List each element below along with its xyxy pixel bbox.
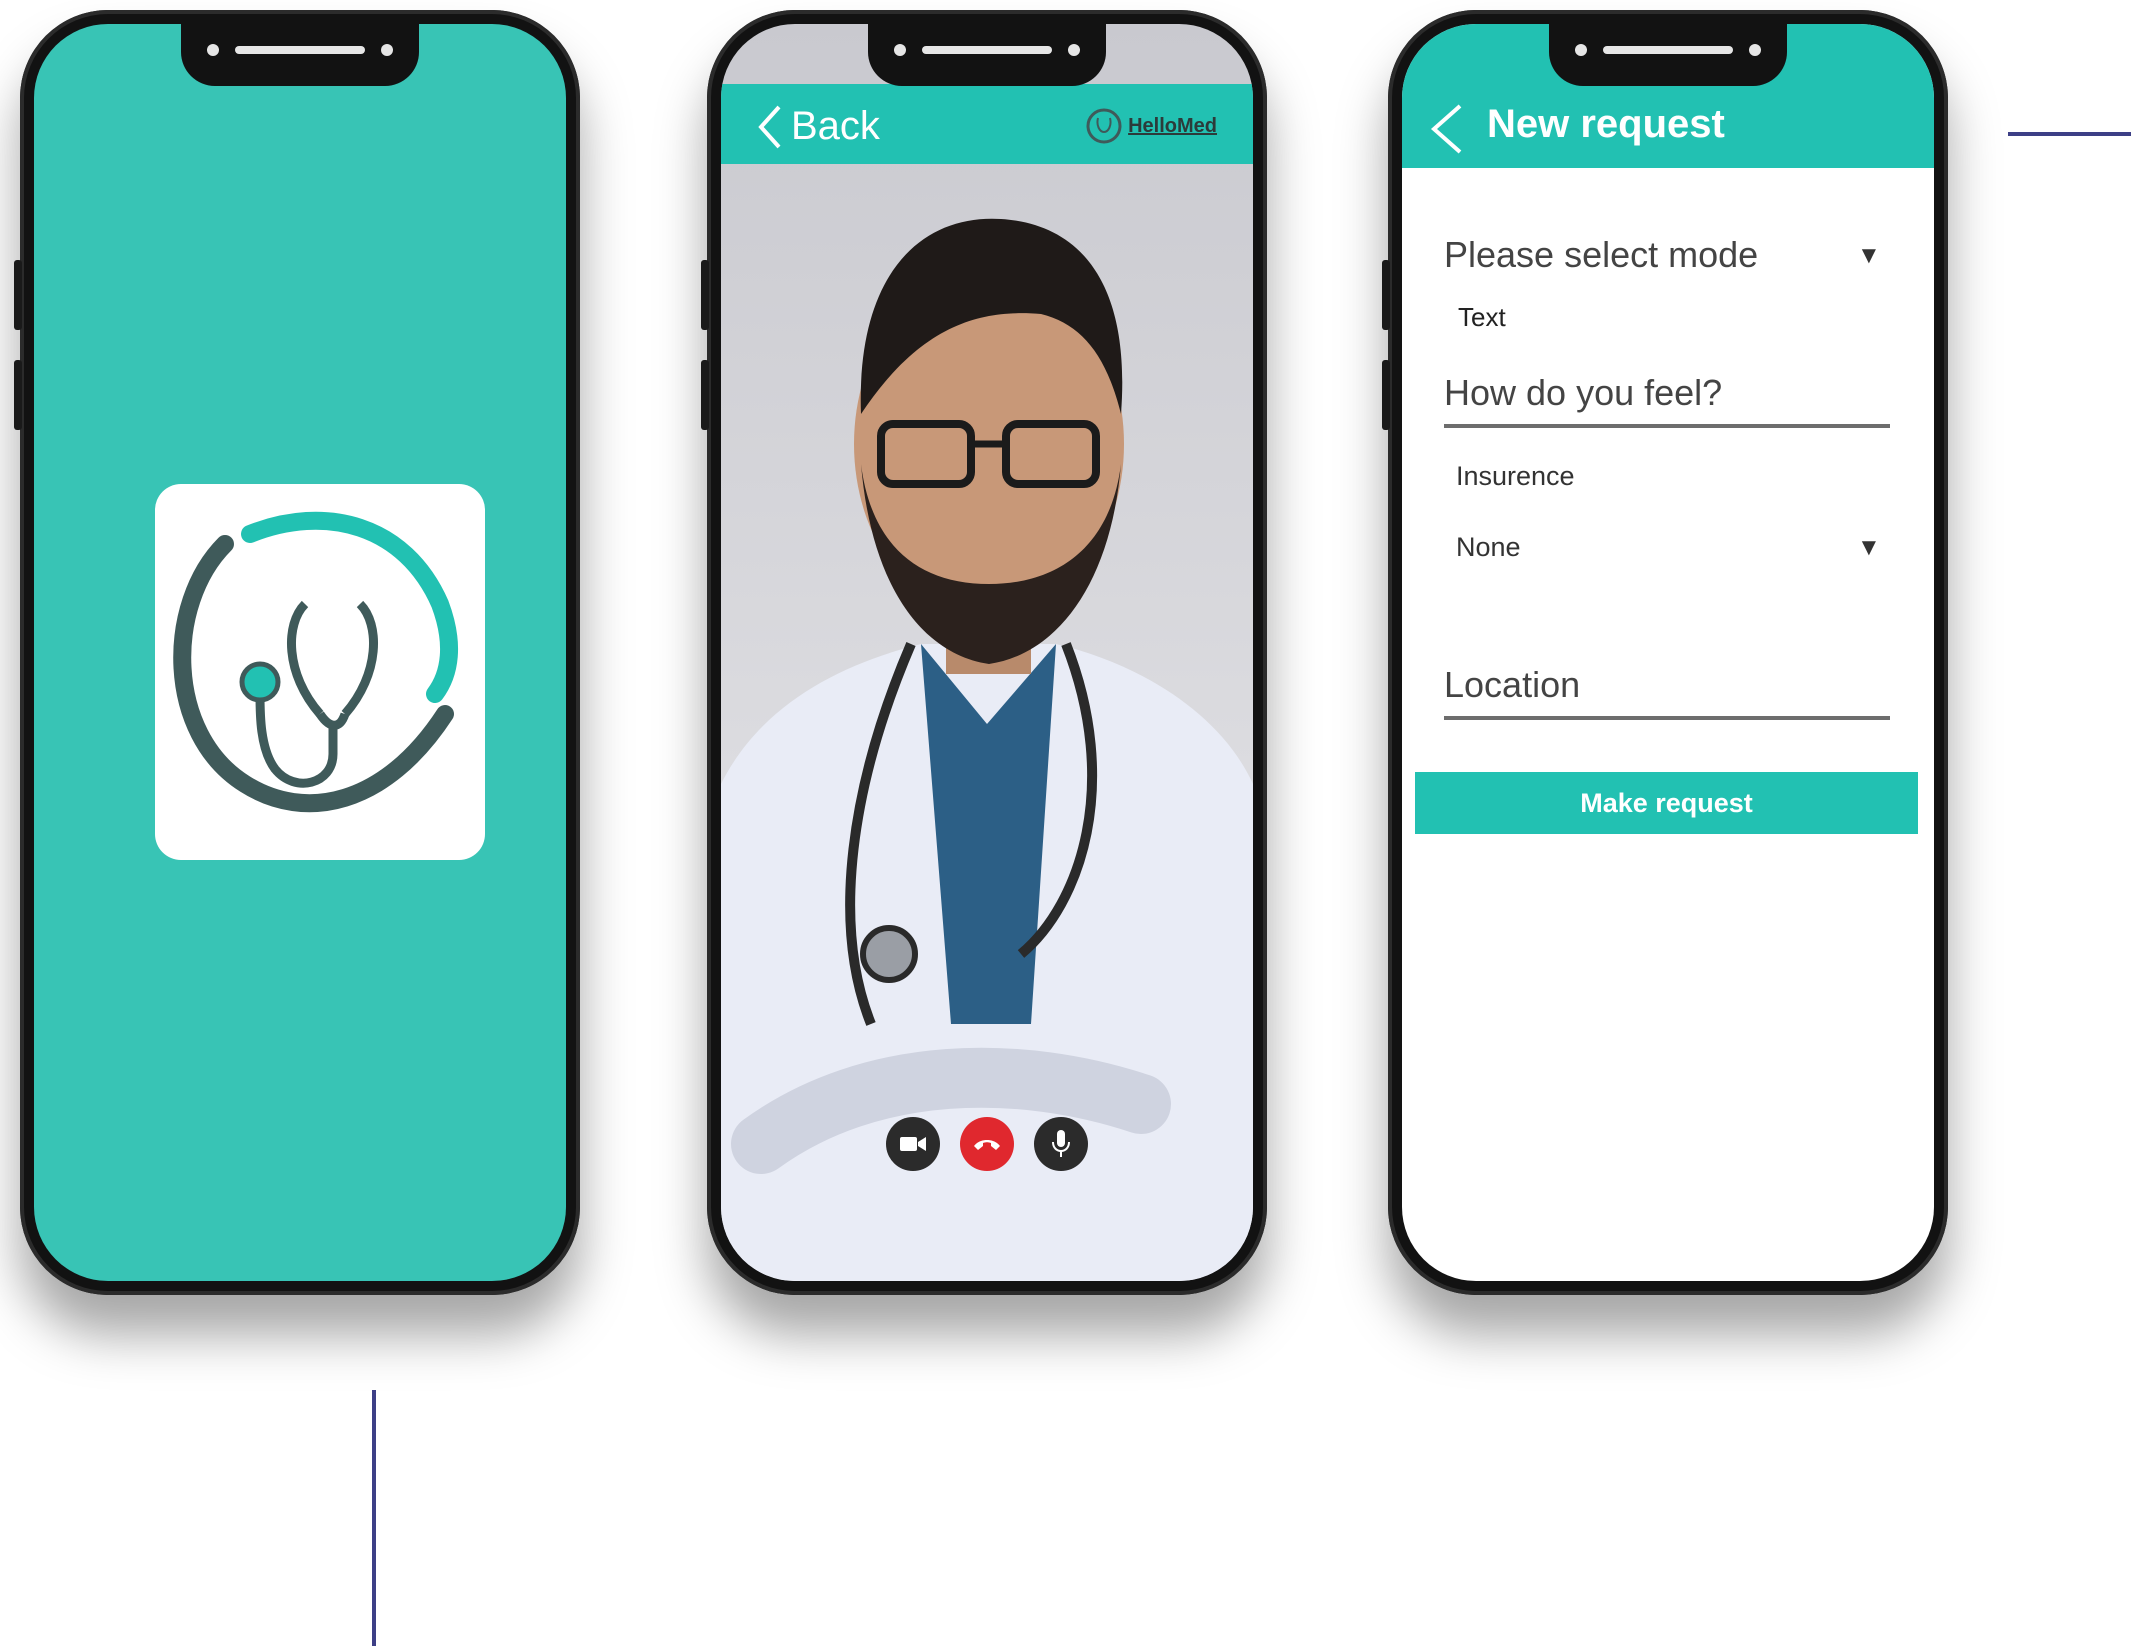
doctor-video-feed [721, 218, 1253, 1281]
make-request-button[interactable]: Make request [1415, 772, 1918, 834]
phone-notch [1549, 24, 1787, 86]
hellomed-brand: HelloMed [1084, 106, 1217, 146]
location-input[interactable]: Location [1444, 664, 1890, 720]
feeling-input[interactable]: How do you feel? [1444, 372, 1890, 428]
phone-notch [181, 24, 419, 86]
insurance-dropdown-arrow-icon[interactable]: ▼ [1857, 534, 1881, 562]
decorative-horizontal-line [2008, 132, 2131, 136]
splash-screen [34, 24, 566, 1281]
insurance-select[interactable]: None [1456, 532, 1521, 563]
back-label: Back [791, 104, 880, 148]
stethoscope-logo-icon [173, 511, 459, 813]
mode-dropdown-arrow-icon[interactable]: ▼ [1857, 242, 1881, 270]
hang-up-icon [974, 1140, 1000, 1150]
phone-splash [14, 10, 580, 1295]
mute-button[interactable] [1034, 1117, 1088, 1171]
mode-selected-value: Text [1458, 302, 1506, 332]
phone-video-call: Back HelloMed [701, 10, 1267, 1295]
page-title: New request [1487, 102, 1725, 146]
phone-notch [868, 24, 1106, 86]
hellomed-logo-icon [1086, 108, 1122, 144]
back-button[interactable]: Back [757, 104, 880, 149]
video-toggle-button[interactable] [886, 1117, 940, 1171]
video-header: Back HelloMed [721, 84, 1253, 164]
end-call-button[interactable] [960, 1117, 1014, 1171]
chevron-left-icon [758, 105, 781, 148]
insurance-label: Insurence [1456, 461, 1575, 491]
video-call-screen: Back HelloMed [721, 24, 1253, 1281]
decorative-vertical-line [372, 1390, 376, 1646]
call-controls [721, 1117, 1253, 1171]
mode-select[interactable]: Please select mode [1444, 234, 1758, 276]
new-request-screen: New request Please select mode ▼ Text Ho… [1402, 24, 1934, 1281]
brand-name: HelloMed [1128, 114, 1217, 137]
microphone-icon [1052, 1130, 1070, 1157]
chevron-left-icon [1430, 104, 1462, 154]
app-logo-card [155, 484, 485, 860]
phone-new-request: New request Please select mode ▼ Text Ho… [1382, 10, 1948, 1295]
video-camera-icon [900, 1137, 926, 1151]
back-button[interactable] [1430, 104, 1464, 159]
request-header: New request [1402, 24, 1934, 168]
